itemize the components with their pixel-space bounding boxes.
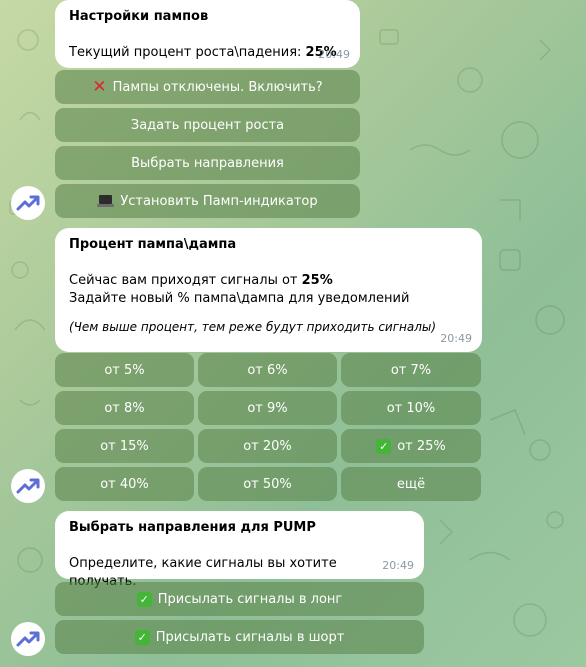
message-title: Настройки пампов: [69, 9, 209, 24]
enable-pumps-button[interactable]: ✕ Пампы отключены. Включить?: [55, 70, 360, 104]
button-label: от 25%: [397, 438, 446, 454]
option-50-button[interactable]: от 50%: [198, 467, 337, 501]
message-pump-dump-percent: Процент пампа\дампа Сейчас вам приходят …: [55, 228, 482, 352]
option-40-button[interactable]: от 40%: [55, 467, 194, 501]
check-icon: ✓: [376, 438, 392, 454]
trending-up-icon: [16, 478, 40, 494]
set-growth-percent-button[interactable]: Задать процент роста: [55, 108, 360, 142]
message-title: Выбрать направления для PUMP: [69, 520, 316, 535]
option-15-button[interactable]: от 15%: [55, 429, 194, 463]
message-time: 20:49: [318, 48, 350, 61]
option-7-button[interactable]: от 7%: [341, 353, 481, 387]
button-label: Присылать сигналы в лонг: [157, 591, 343, 607]
option-6-button[interactable]: от 6%: [198, 353, 337, 387]
option-25-button[interactable]: ✓ от 25%: [341, 429, 481, 463]
button-label: Пампы отключены. Включить?: [112, 79, 323, 95]
signal-value: 25%: [301, 273, 333, 288]
bot-avatar[interactable]: [11, 186, 45, 220]
button-label: от 6%: [247, 362, 288, 378]
message-time: 20:49: [382, 559, 414, 572]
trending-up-icon: [16, 631, 40, 647]
growth-label: Текущий процент роста\падения:: [69, 45, 306, 60]
button-label: Выбрать направления: [131, 155, 284, 171]
red-x-icon: ✕: [92, 77, 107, 97]
option-10-button[interactable]: от 10%: [341, 391, 481, 425]
option-5-button[interactable]: от 5%: [55, 353, 194, 387]
button-label: ещё: [396, 476, 426, 492]
button-label: от 15%: [100, 438, 149, 454]
install-pump-indicator-button[interactable]: Установить Памп-индикатор: [55, 184, 360, 218]
message-text: Текущий процент роста\падения: 25%: [69, 44, 346, 62]
button-label: от 8%: [104, 400, 145, 416]
laptop-icon: [97, 195, 115, 207]
option-9-button[interactable]: от 9%: [198, 391, 337, 425]
button-label: от 20%: [243, 438, 292, 454]
note-text: (Чем выше процент, тем реже будут приход…: [69, 320, 437, 334]
button-label: от 9%: [247, 400, 288, 416]
button-label: от 7%: [390, 362, 432, 378]
send-short-signals-button[interactable]: ✓ Присылать сигналы в шорт: [55, 620, 424, 654]
message-pump-directions: Выбрать направления для PUMP Определите,…: [55, 511, 424, 589]
check-icon: ✓: [134, 629, 150, 645]
option-20-button[interactable]: от 20%: [198, 429, 337, 463]
message-time: 20:49: [440, 332, 472, 345]
current-signal-text: Сейчас вам приходят сигналы от 25%: [69, 272, 468, 290]
more-options-button[interactable]: ещё: [341, 467, 481, 501]
check-icon: ✓: [136, 591, 152, 607]
button-label: Установить Памп-индикатор: [120, 193, 318, 209]
signal-label: Сейчас вам приходят сигналы от: [69, 273, 302, 288]
option-8-button[interactable]: от 8%: [55, 391, 194, 425]
bot-avatar[interactable]: [11, 622, 45, 656]
bot-avatar[interactable]: [11, 469, 45, 503]
button-label: от 10%: [386, 400, 436, 416]
send-long-signals-button[interactable]: ✓ Присылать сигналы в лонг: [55, 582, 424, 616]
trending-up-icon: [16, 195, 40, 211]
button-label: от 50%: [243, 476, 292, 492]
button-label: Присылать сигналы в шорт: [155, 629, 345, 645]
choose-directions-button[interactable]: Выбрать направления: [55, 146, 360, 180]
instruction-text: Задайте новый % пампа\дампа для уведомле…: [69, 291, 410, 306]
button-label: от 40%: [100, 476, 149, 492]
button-label: Задать процент роста: [130, 117, 285, 133]
message-title: Процент пампа\дампа: [69, 237, 237, 252]
button-label: от 5%: [104, 362, 145, 378]
message-pump-settings: Настройки пампов Текущий процент роста\п…: [55, 0, 360, 68]
